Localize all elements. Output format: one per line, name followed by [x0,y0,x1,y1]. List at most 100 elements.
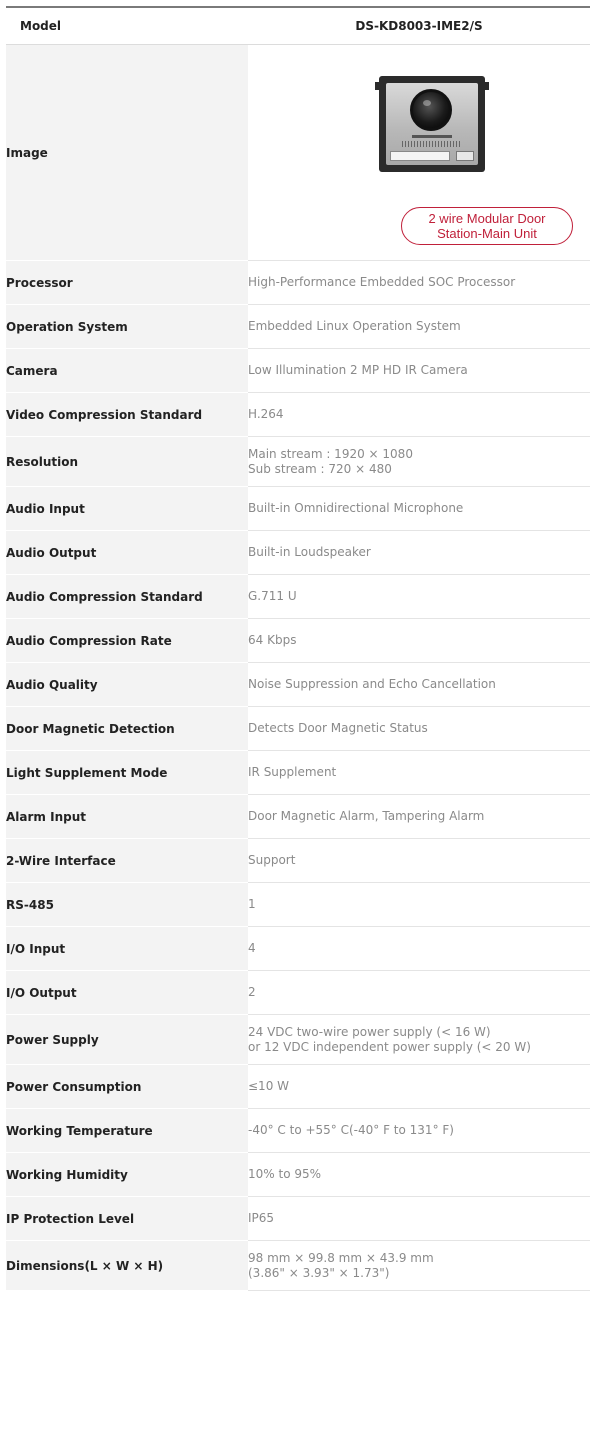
spec-value: Embedded Linux Operation System [248,304,590,349]
spec-row: Operation System Embedded Linux Operation… [6,304,590,349]
caption-line-2: Station-Main Unit [437,226,537,241]
spec-row: Alarm Input Door Magnetic Alarm, Tamperin… [6,794,590,839]
spec-label: Audio Output [6,530,248,575]
spec-value-line: Support [248,853,296,867]
spec-value-line: 98 mm × 99.8 mm × 43.9 mm [248,1250,434,1265]
spec-label: Video Compression Standard [6,392,248,437]
spec-value-line: Built-in Omnidirectional Microphone [248,501,464,515]
spec-label: Camera [6,348,248,393]
spec-value-line: (3.86" × 3.93" × 1.73") [248,1265,390,1280]
spec-value: 98 mm × 99.8 mm × 43.9 mm (3.86" × 3.93" … [248,1240,590,1291]
spec-value: -40° C to +55° C(-40° F to 131° F) [248,1108,590,1153]
spec-value-line: Sub stream : 720 × 480 [248,461,392,476]
spec-value-line: Low Illumination 2 MP HD IR Camera [248,363,468,377]
spec-row: Door Magnetic Detection Detects Door Magn… [6,706,590,751]
spec-value: 10% to 95% [248,1152,590,1197]
product-image-cell: 2 wire Modular Door Station-Main Unit [248,44,590,261]
spec-label: Audio Quality [6,662,248,707]
spec-value: Noise Suppression and Echo Cancellation [248,662,590,707]
spec-row: I/O Input 4 [6,926,590,971]
spec-label: Dimensions(L × W × H) [6,1240,248,1291]
spec-row: 2-Wire Interface Support [6,838,590,883]
spec-value: Built-in Loudspeaker [248,530,590,575]
spec-value: G.711 U [248,574,590,619]
spec-label: Audio Compression Standard [6,574,248,619]
spec-row: Light Supplement Mode IR Supplement [6,750,590,795]
spec-label: Door Magnetic Detection [6,706,248,751]
spec-label: IP Protection Level [6,1196,248,1241]
spec-label: Working Humidity [6,1152,248,1197]
spec-sheet: Model DS-KD8003-IME2/S Image 2 wire Modu… [6,6,590,1291]
spec-value-line: Door Magnetic Alarm, Tampering Alarm [248,809,485,823]
spec-row: Processor High-Performance Embedded SOC P… [6,260,590,305]
spec-value-line: 4 [248,941,256,955]
caption-line-1: 2 wire Modular Door [428,211,546,226]
spec-row: Audio Input Built-in Omnidirectional Micr… [6,486,590,531]
spec-table: Model DS-KD8003-IME2/S Image 2 wire Modu… [6,6,590,1291]
spec-value-line: Detects Door Magnetic Status [248,721,428,735]
product-caption: 2 wire Modular Door Station-Main Unit [401,207,573,245]
spec-value-line: IP65 [248,1211,275,1225]
model-number: DS-KD8003-IME2/S [248,6,590,45]
spec-value: High-Performance Embedded SOC Processor [248,260,590,305]
image-row: Image 2 wire Modular Door Station-Main U… [6,44,590,261]
spec-row: Dimensions(L × W × H) 98 mm × 99.8 mm × 4… [6,1240,590,1291]
spec-label: Operation System [6,304,248,349]
spec-value: IP65 [248,1196,590,1241]
spec-value: IR Supplement [248,750,590,795]
spec-row: IP Protection Level IP65 [6,1196,590,1241]
spec-label: Audio Input [6,486,248,531]
spec-row: Audio Quality Noise Suppression and Echo … [6,662,590,707]
spec-label: 2-Wire Interface [6,838,248,883]
spec-value: 4 [248,926,590,971]
camera-lens-icon [410,89,452,131]
spec-value-line: IR Supplement [248,765,337,779]
spec-value: Built-in Omnidirectional Microphone [248,486,590,531]
spec-value: Main stream : 1920 × 1080 Sub stream : 72… [248,436,590,487]
spec-value: Low Illumination 2 MP HD IR Camera [248,348,590,393]
spec-row: Working Temperature -40° C to +55° C(-40°… [6,1108,590,1153]
spec-value-line: H.264 [248,407,284,421]
call-button-icon [456,151,474,161]
spec-row: Audio Compression Standard G.711 U [6,574,590,619]
spec-value-line: 24 VDC two-wire power supply (< 16 W) [248,1024,491,1039]
spec-label: Audio Compression Rate [6,618,248,663]
spec-row: Video Compression Standard H.264 [6,392,590,437]
spec-label: RS-485 [6,882,248,927]
spec-row: RS-485 1 [6,882,590,927]
spec-value-line: Main stream : 1920 × 1080 [248,446,413,461]
spec-label: Working Temperature [6,1108,248,1153]
spec-row: Audio Compression Rate 64 Kbps [6,618,590,663]
spec-value-line: High-Performance Embedded SOC Processor [248,275,516,289]
spec-row: Power Consumption ≤10 W [6,1064,590,1109]
spec-value: Door Magnetic Alarm, Tampering Alarm [248,794,590,839]
spec-value-line: -40° C to +55° C(-40° F to 131° F) [248,1123,454,1137]
spec-value: Detects Door Magnetic Status [248,706,590,751]
spec-label: Alarm Input [6,794,248,839]
spec-label: Power Consumption [6,1064,248,1109]
spec-row: Audio Output Built-in Loudspeaker [6,530,590,575]
spec-label: Processor [6,260,248,305]
spec-label: Power Supply [6,1014,248,1065]
spec-value-line: Embedded Linux Operation System [248,319,461,333]
spec-row: Camera Low Illumination 2 MP HD IR Camera [6,348,590,393]
brand-logo [412,135,452,138]
spec-value-line: ≤10 W [248,1079,290,1093]
image-row-label: Image [6,44,248,261]
spec-value-line: 10% to 95% [248,1167,322,1181]
spec-row: Resolution Main stream : 1920 × 1080 Sub s… [6,436,590,487]
spec-value: H.264 [248,392,590,437]
spec-value: ≤10 W [248,1064,590,1109]
table-header-row: Model DS-KD8003-IME2/S [6,6,590,45]
spec-value-line: 1 [248,897,256,911]
spec-row: Power Supply 24 VDC two-wire power supply… [6,1014,590,1065]
spec-label: I/O Input [6,926,248,971]
spec-value: 64 Kbps [248,618,590,663]
spec-row: Working Humidity 10% to 95% [6,1152,590,1197]
spec-value: 2 [248,970,590,1015]
spec-label: Resolution [6,436,248,487]
spec-value-line: 2 [248,985,256,999]
spec-value: 1 [248,882,590,927]
spec-value: Support [248,838,590,883]
spec-label: Light Supplement Mode [6,750,248,795]
